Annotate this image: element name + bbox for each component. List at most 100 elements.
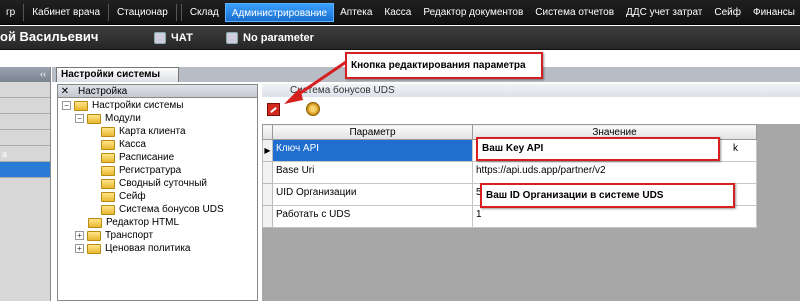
collapse-icon[interactable]: − [62, 101, 71, 110]
tree-node-label: Модули [105, 113, 141, 124]
menu-item-partial[interactable]: гр [0, 3, 21, 22]
tree-node-daily-summary[interactable]: Сводный суточный [101, 177, 207, 190]
menu-separator [180, 4, 182, 21]
table-row[interactable]: Base Uri https://api.uds.app/partner/v2 [262, 161, 757, 184]
cell-parameter[interactable]: Работать с UDS [272, 205, 473, 228]
tree-header: ✕ Настройка [58, 85, 257, 98]
row-indicator [262, 161, 273, 184]
cell-value[interactable]: 1 [472, 205, 757, 228]
expand-icon[interactable]: + [75, 244, 84, 253]
left-strip-row[interactable] [0, 130, 50, 146]
menu-item-pharmacy[interactable]: Аптека [334, 3, 378, 22]
table-row[interactable]: Работать с UDS 1 [262, 205, 757, 228]
folder-icon [87, 243, 101, 254]
tree-node-price-policy[interactable]: + Ценовая политика [75, 242, 191, 255]
tree-node-label: Регистратура [119, 165, 182, 176]
left-strip-row[interactable] [0, 98, 50, 114]
menu-item-doctor-office[interactable]: Кабинет врача [26, 3, 106, 22]
tree-node-label: Касса [119, 139, 146, 150]
tree-node-system-settings[interactable]: − Настройки системы [62, 99, 184, 112]
menu-item-cash-flow[interactable]: ДДС учет затрат [620, 3, 708, 22]
menu-item-document-editor[interactable]: Редактор документов [417, 3, 529, 22]
menu-separator [108, 4, 110, 21]
chat-button[interactable]: ЧАТ [154, 30, 193, 46]
menu-item-inpatient[interactable]: Стационар [111, 3, 174, 22]
tree-header-title: Настройка [78, 85, 128, 97]
close-icon[interactable]: ✕ [58, 86, 72, 97]
tab-system-settings[interactable]: Настройки системы [56, 67, 180, 82]
expand-icon[interactable]: + [75, 231, 84, 240]
settings-tree-panel: ✕ Настройка − Настройки системы − Модули… [57, 84, 258, 301]
tree-node-label: Карта клиента [119, 126, 186, 137]
chat-icon [154, 32, 166, 44]
left-strip-row[interactable] [0, 82, 50, 98]
cell-parameter[interactable]: UID Организации [272, 183, 473, 206]
chat-label: ЧАТ [171, 32, 193, 44]
tree-node-label: Расписание [119, 152, 175, 163]
cell-parameter[interactable]: Ключ API [272, 139, 473, 162]
tree-node-client-card[interactable]: Карта клиента [101, 125, 186, 138]
tree-node-label: Сводный суточный [119, 178, 207, 189]
callout-api-key: Ваш Key API [476, 137, 720, 161]
left-strip-row-selected[interactable] [0, 162, 50, 178]
collapse-sidebar-button[interactable]: ‹‹ [0, 67, 50, 82]
row-selected-indicator: ▶ [262, 139, 273, 162]
folder-icon [101, 139, 115, 150]
folder-icon [87, 230, 101, 241]
folder-icon [101, 204, 115, 215]
main-menu-bar: гр Кабинет врача Стационар Склад Админис… [0, 0, 800, 25]
tree-node-label: Транспорт [105, 230, 154, 241]
row-indicator [262, 183, 273, 206]
tree-node-label: Настройки системы [92, 100, 184, 111]
tree-node-label: Сейф [119, 191, 146, 202]
tree-node-transport[interactable]: + Транспорт [75, 229, 153, 242]
folder-icon [101, 178, 115, 189]
tree-node-cashier[interactable]: Касса [101, 138, 146, 151]
panel-title: Система бонусов UDS [262, 84, 800, 97]
parameter-label: No parameter [243, 32, 314, 44]
callout-edit-button: Кнопка редактирования параметра [345, 52, 543, 79]
user-name: ой Васильевич [0, 29, 99, 44]
tree-node-label: Редактор HTML [106, 217, 180, 228]
left-strip-row[interactable]: а [0, 146, 50, 162]
tree-node-schedule[interactable]: Расписание [101, 151, 174, 164]
menu-item-administration[interactable]: Администрирование [224, 3, 335, 22]
folder-icon [74, 100, 88, 111]
cell-value[interactable]: https://api.uds.app/partner/v2 [472, 161, 757, 184]
folder-icon [101, 165, 115, 176]
menu-separator [23, 4, 25, 21]
tree-node-safe[interactable]: Сейф [101, 190, 146, 203]
menu-item-safe[interactable]: Сейф [708, 3, 747, 22]
column-header-parameter[interactable]: Параметр [272, 124, 473, 140]
refresh-icon[interactable] [306, 102, 320, 116]
menu-item-finance[interactable]: Финансы [747, 3, 800, 22]
left-navigation-strip: ‹‹ а [0, 67, 51, 301]
menu-separator [175, 4, 177, 21]
folder-icon [101, 126, 115, 137]
document-icon [226, 32, 238, 44]
folder-icon [87, 113, 101, 124]
row-indicator [262, 205, 273, 228]
menu-item-report-system[interactable]: Система отчетов [529, 3, 620, 22]
user-bar: ой Васильевич ЧАТ No parameter [0, 26, 800, 50]
tree-node-modules[interactable]: − Модули [75, 112, 141, 125]
edit-parameter-button[interactable] [267, 103, 280, 116]
folder-icon [101, 152, 115, 163]
tree-node-label: Система бонусов UDS [119, 204, 224, 215]
panel-toolbar [262, 99, 800, 121]
cell-value-tail: k [733, 143, 738, 154]
tree-node-label: Ценовая политика [105, 243, 191, 254]
parameter-button[interactable]: No parameter [226, 30, 314, 46]
menu-item-warehouse[interactable]: Склад [184, 3, 225, 22]
menu-item-cashier[interactable]: Касса [378, 3, 417, 22]
cell-parameter[interactable]: Base Uri [272, 161, 473, 184]
tree-node-registry[interactable]: Регистратура [101, 164, 181, 177]
folder-icon [101, 191, 115, 202]
folder-icon [88, 217, 102, 228]
tree-node-html-editor[interactable]: Редактор HTML [88, 216, 179, 229]
tree-node-uds-bonus-system[interactable]: Система бонусов UDS [101, 203, 224, 216]
callout-org-id: Ваш ID Организации в системе UDS [480, 183, 735, 208]
left-strip-row[interactable] [0, 114, 50, 130]
row-indicator-header [262, 124, 273, 140]
collapse-icon[interactable]: − [75, 114, 84, 123]
